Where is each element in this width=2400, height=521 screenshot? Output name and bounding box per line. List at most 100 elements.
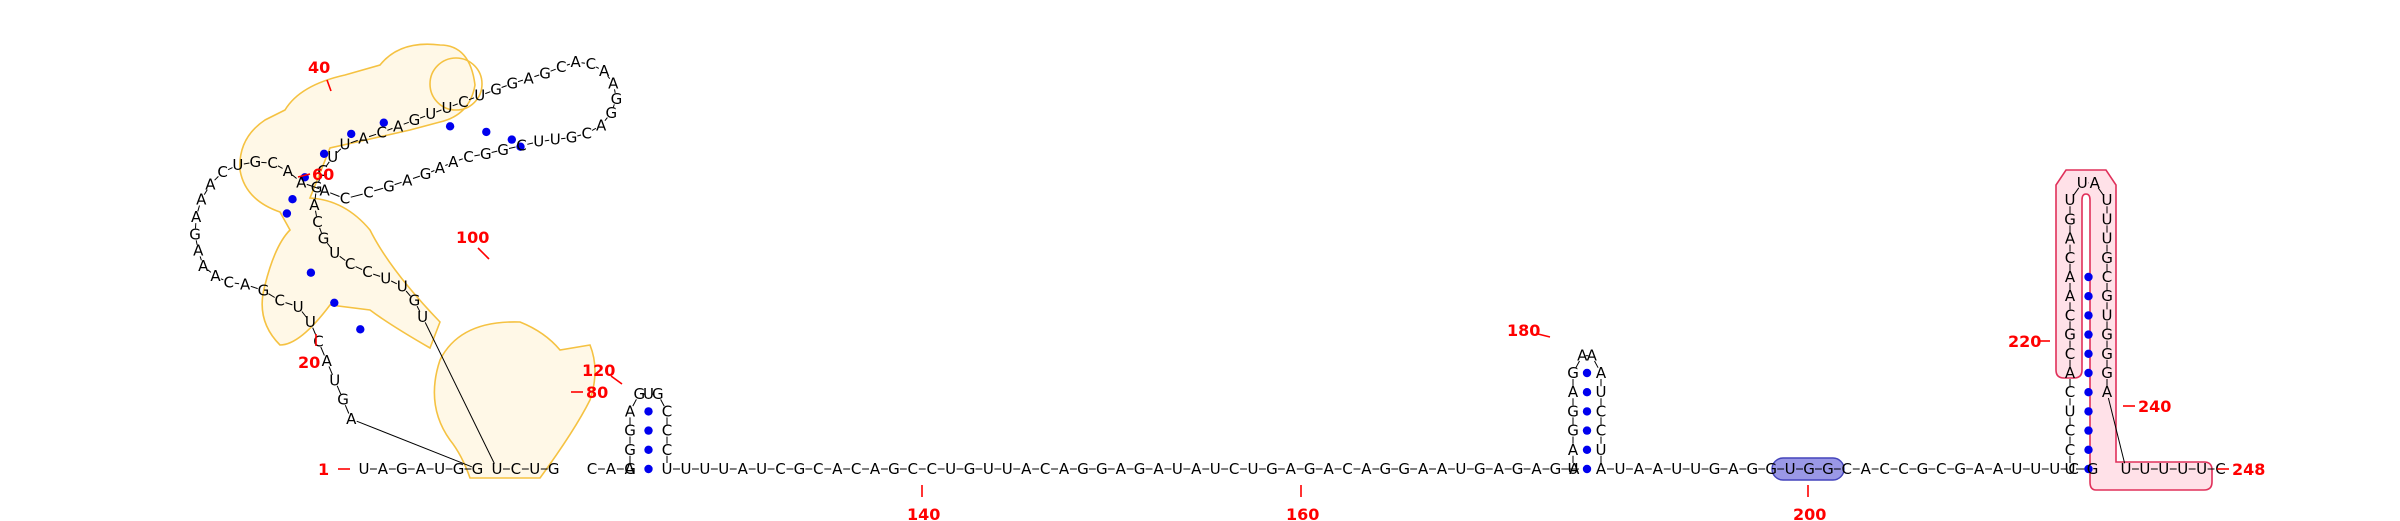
multiloop-nt: U [329, 244, 340, 262]
multiloop-nt: C [340, 190, 350, 208]
hairpin-180-nt: G [1567, 364, 1579, 382]
multiloop-nt: A [393, 117, 404, 135]
hairpin-240-nt: G [2064, 210, 2076, 228]
hairpin-240-pair [2084, 349, 2093, 358]
label-100: 100 [456, 228, 490, 260]
trunk-seg6-nt: U [2158, 460, 2169, 478]
hairpin-240-nt: U [2065, 191, 2076, 209]
multiloop-nt: G [611, 90, 623, 108]
small-hairpin-nt: A [625, 402, 636, 420]
multiloop-nt: C [345, 255, 355, 273]
trunk-seg5-nt: U [2030, 460, 2041, 478]
trunk-seg4-nt: G [1266, 460, 1278, 478]
num-160: 160 [1286, 505, 1319, 521]
hairpin-180-nt: G [1567, 402, 1579, 420]
hairpin-240-pair [2084, 368, 2093, 378]
hairpin-180-nt: A [1568, 441, 1579, 459]
multiloop-nt: A [240, 275, 251, 293]
trunk-seg1-nt: U [359, 460, 370, 478]
hairpin-180-nt: U [1596, 383, 1607, 401]
multiloop-nt: C [586, 55, 596, 73]
hairpin-240-nt: C [2065, 383, 2075, 401]
trunk-seg1-nt: G [396, 460, 408, 478]
hairpin-240-nt: G [2101, 249, 2113, 267]
trunk-seg4-nt: A [1059, 460, 1070, 478]
hairpin-240-nt: A [2102, 383, 2113, 401]
position-labels: 1 20 40 60 80 100 120 140 160 180 200 22… [297, 58, 2265, 521]
multiloop-nt: A [283, 162, 294, 180]
trunk-seg4-nt: G [964, 460, 976, 478]
multiloop-nt: A [346, 410, 357, 428]
multiloop-nt: G [409, 292, 421, 310]
hairpin-240-nt: G [2101, 326, 2113, 344]
multiloop-nt: U [417, 308, 428, 326]
trunk-seg4-nt: A [1323, 460, 1334, 478]
trunk-seg2-nt: U [529, 460, 540, 478]
trunk-seg2-nt: U [492, 460, 503, 478]
multiloop-nt: C [377, 123, 387, 141]
multiloop-nt: G [566, 129, 578, 147]
trunk-seg4-nt: U [681, 460, 692, 478]
trunk-seg4-nt: C [1342, 460, 1352, 478]
hairpin-240-nt: A [2065, 287, 2076, 305]
hairpin-240-nt: A [2065, 364, 2076, 382]
small-hairpin-nt: G [624, 422, 636, 440]
small-hairpin-pair [644, 445, 653, 454]
hairpin-180-nt: A [1568, 383, 1579, 401]
trunk-seg5-nt: A [1861, 460, 1872, 478]
hairpin-240-nt: G [2101, 287, 2113, 305]
hairpin-180-pair [1582, 426, 1592, 435]
trunk-seg5-nt: C [1936, 460, 1946, 478]
trunk-seg4-nt: U [1210, 460, 1221, 478]
trunk-seg4-nt: C [813, 460, 823, 478]
trunk-seg4-nt: G [1134, 460, 1146, 478]
multiloop-nt: A [608, 75, 619, 93]
trunk-seg4-nt: U [1248, 460, 1259, 478]
trunk-seg5-nt: U [1785, 460, 1796, 478]
trunk-seg4-nt: G [1077, 460, 1089, 478]
trunk-seg1-nt: U [434, 460, 445, 478]
trunk-seg5-nt: G [1803, 460, 1815, 478]
trunk-seg4-nt: G [1550, 460, 1562, 478]
hairpin-240-pair [2084, 272, 2093, 282]
multiloop-link [544, 139, 550, 142]
hairpin-240-nt: U [2102, 191, 2113, 209]
trunk-seg4-nt: A [738, 460, 749, 478]
multiloop-nt: A [599, 62, 610, 80]
num-200: 200 [1793, 505, 1826, 521]
multiloop-nt: U [305, 313, 316, 331]
hairpin-240-nt: G [2101, 345, 2113, 363]
multiloop-nt: C [267, 154, 277, 172]
trunk-seg5-nt: U [1690, 460, 1701, 478]
multiloop-nt: G [480, 145, 492, 163]
num-140: 140 [907, 505, 940, 521]
multiloop-link [234, 282, 240, 285]
hairpin-240-nt: U [2102, 230, 2113, 248]
multiloop-link [581, 62, 585, 64]
small-hairpin-pair [644, 407, 653, 416]
trunk-seg6-nt: U [2196, 460, 2207, 478]
trunk-seg4-nt: A [1153, 460, 1164, 478]
trunk-seg5-nt: A [1993, 460, 2004, 478]
multiloop-nt: C [312, 213, 322, 231]
multiloop-nt: A [322, 352, 333, 370]
hairpin-180-nt: G [1567, 422, 1579, 440]
multiloop-nt: A [191, 208, 202, 226]
trunk-seg4-nt: U [945, 460, 956, 478]
hairpin-180-nt: A [1596, 460, 1607, 478]
multiloop-nt: G [506, 75, 518, 93]
multiloop-nt: G [337, 391, 349, 409]
hairpin-180-nt: A [1596, 364, 1607, 382]
num-1: 1 [318, 460, 329, 479]
trunk-seg5-nt: U [1615, 460, 1626, 478]
trunk-seg4-nt: G [1512, 460, 1524, 478]
trunk-seg5-nt: U [1671, 460, 1682, 478]
small-hairpin-pair [644, 426, 653, 435]
hairpin-240-nt: U [2065, 460, 2076, 478]
multiloop-nt: G [420, 165, 432, 183]
trunk-seg4-nt: C [908, 460, 918, 478]
multiloop-nt: U [380, 269, 391, 287]
multiloop-link [374, 187, 384, 192]
small-hairpin-nt: G [652, 385, 664, 403]
small-hairpin-nt: C [662, 441, 672, 459]
